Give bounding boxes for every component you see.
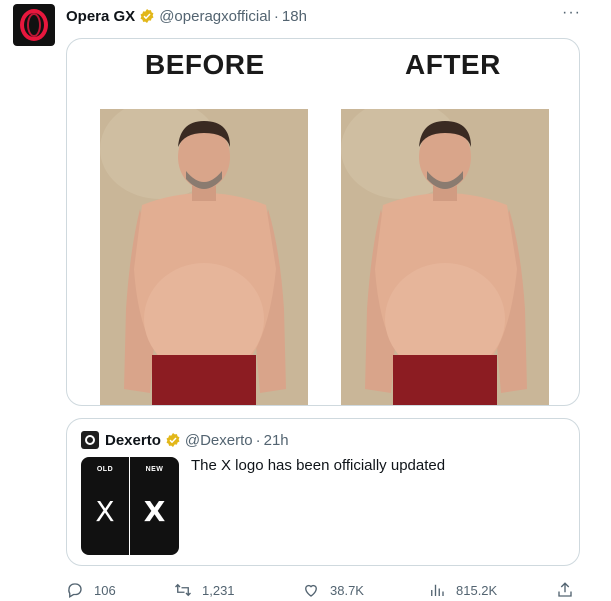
- tweet-media[interactable]: BEFORE AFTER: [66, 38, 580, 406]
- after-label: AFTER: [405, 49, 501, 80]
- reply-icon: [68, 583, 82, 598]
- x-logo-icon: X: [95, 495, 115, 528]
- view-count: 815.2K: [456, 582, 498, 598]
- quoted-author-name: Dexerto: [105, 431, 161, 449]
- quoted-text: The X logo has been officially updated: [191, 457, 446, 474]
- reply-button[interactable]: 106: [66, 581, 116, 599]
- more-options-icon[interactable]: ···: [562, 4, 581, 22]
- quoted-tweet[interactable]: Dexerto @Dexerto · 21h OLD X NEW X The X…: [66, 418, 580, 566]
- reply-count: 106: [94, 582, 116, 598]
- retweet-button[interactable]: 1,231: [174, 581, 235, 599]
- old-logo-panel: OLD X: [81, 457, 130, 555]
- new-tag: NEW: [145, 466, 164, 473]
- action-bar: 106 1,231 38.7K 815.2K: [66, 580, 580, 600]
- before-label: BEFORE: [145, 49, 265, 80]
- verified-badge-icon: [166, 433, 180, 447]
- retweet-count: 1,231: [202, 582, 235, 598]
- share-icon: [558, 582, 572, 597]
- heart-icon: [305, 584, 317, 597]
- dexerto-avatar: [81, 431, 99, 449]
- like-button[interactable]: 38.7K: [302, 581, 364, 599]
- verified-badge-icon: [140, 9, 154, 23]
- author-name[interactable]: Opera GX: [66, 8, 135, 25]
- new-logo-panel: NEW X: [130, 457, 179, 555]
- separator: ·: [273, 7, 279, 25]
- views-chart-icon: [431, 584, 444, 596]
- old-tag: OLD: [96, 466, 114, 473]
- opera-logo-inner: [27, 13, 41, 37]
- quoted-author-handle: @Dexerto: [184, 431, 253, 449]
- author-handle[interactable]: @operagxofficial: [159, 8, 271, 25]
- like-count: 38.7K: [330, 582, 364, 598]
- tweet-time[interactable]: 18h: [282, 8, 307, 25]
- views-button[interactable]: 815.2K: [428, 581, 497, 599]
- before-photo: [100, 109, 308, 405]
- quoted-time: 21h: [263, 431, 289, 449]
- share-button[interactable]: [556, 581, 584, 599]
- x-logo-icon: X: [143, 495, 166, 528]
- quoted-header: Dexerto @Dexerto · 21h: [81, 431, 289, 449]
- separator: ·: [255, 431, 261, 449]
- after-photo: [341, 109, 549, 405]
- quoted-media-thumbnail[interactable]: OLD X NEW X: [81, 457, 179, 555]
- avatar[interactable]: [13, 4, 55, 46]
- tweet-header: Opera GX @operagxofficial · 18h: [66, 6, 307, 26]
- retweet-icon: [175, 583, 191, 597]
